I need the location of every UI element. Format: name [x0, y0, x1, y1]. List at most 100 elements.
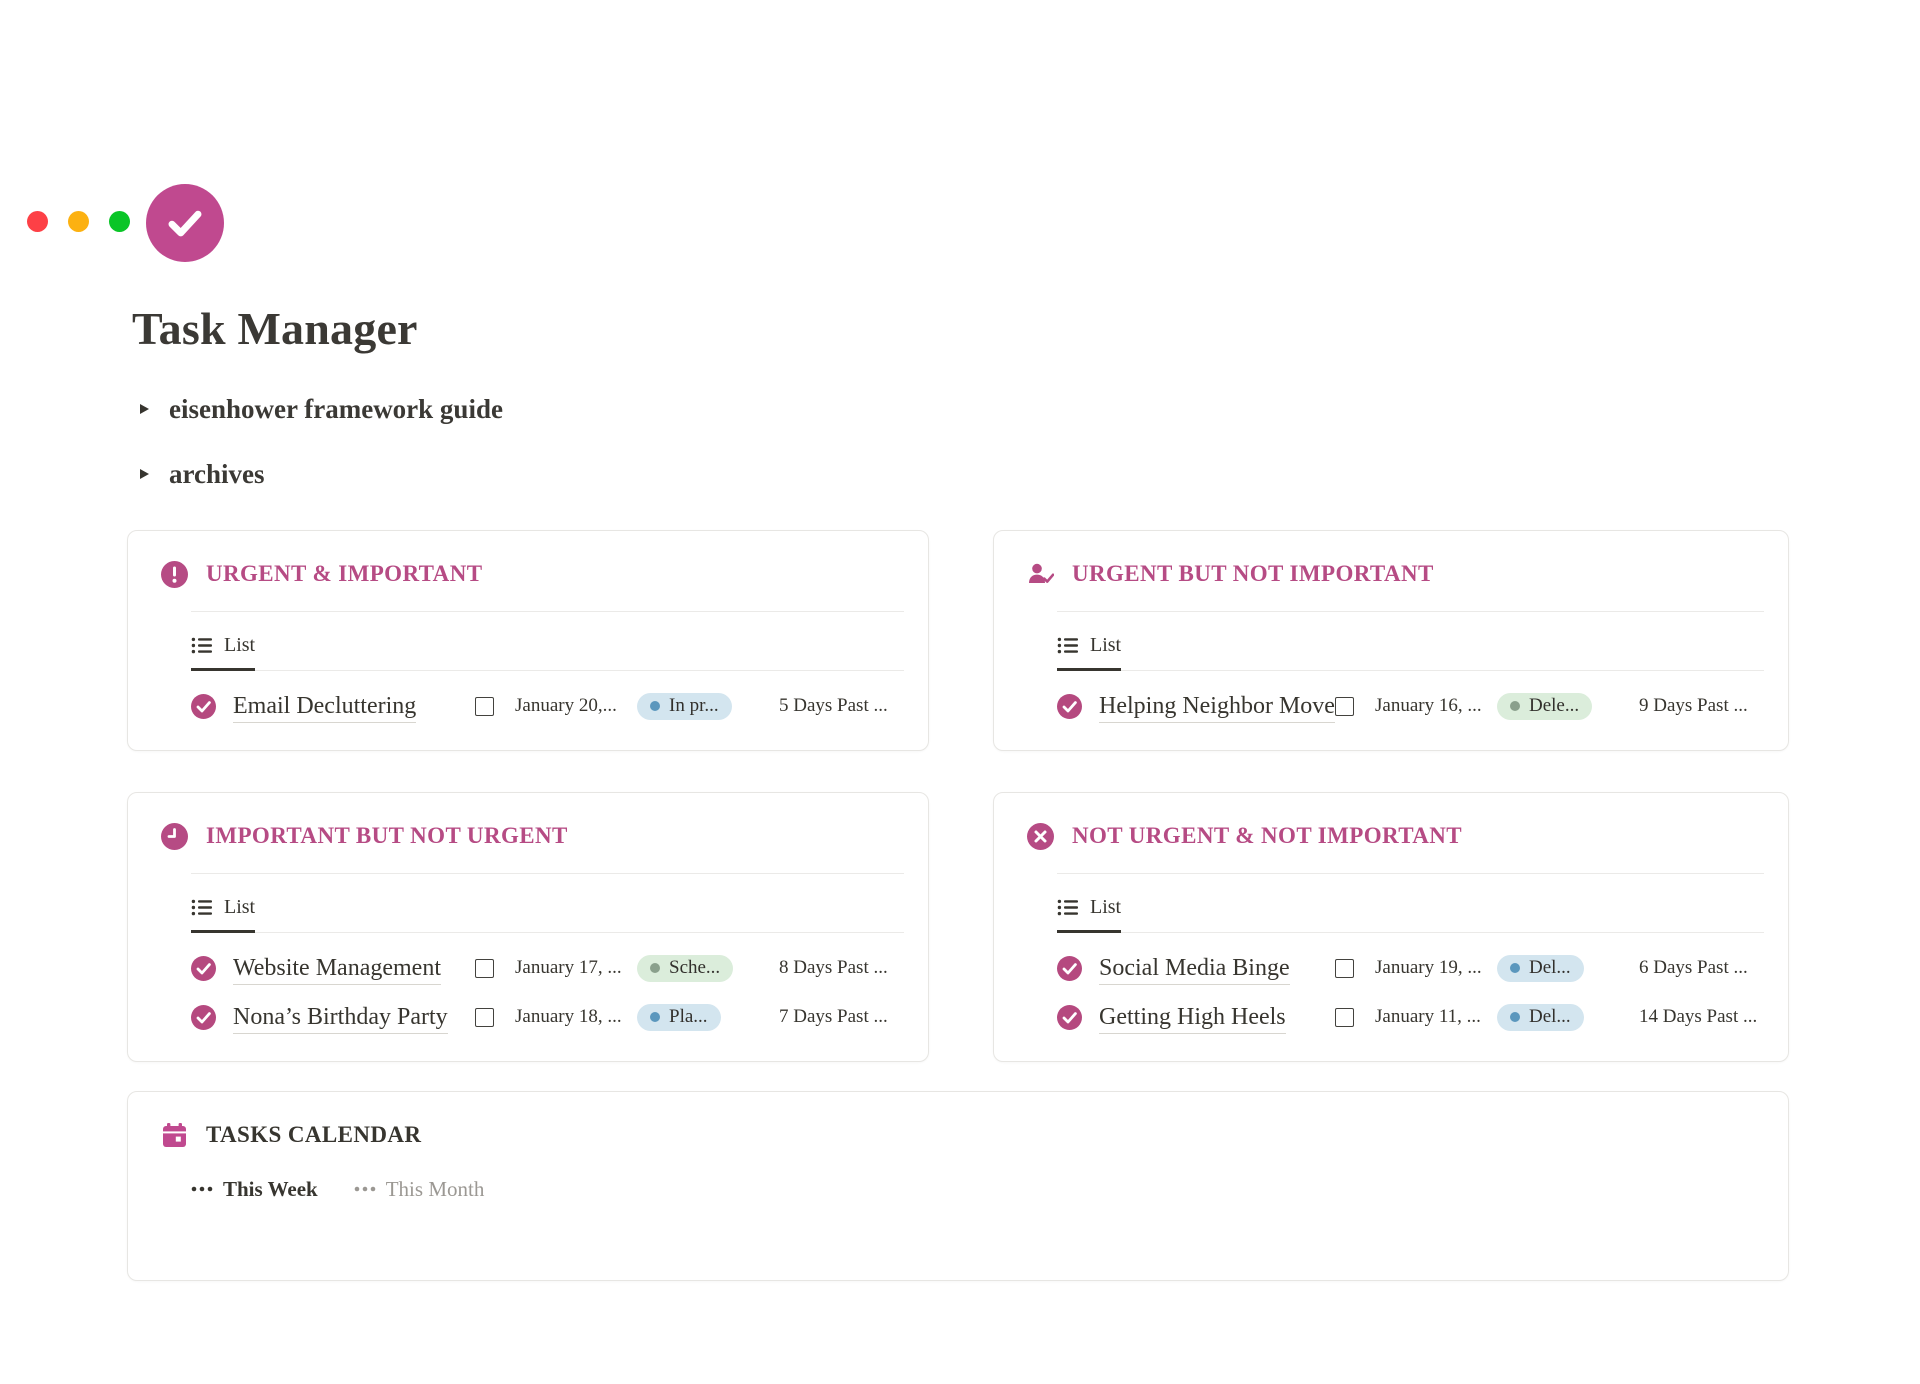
- done-checkbox[interactable]: [1335, 959, 1354, 978]
- list-icon: [1057, 636, 1079, 655]
- quadrant-card-important-but-not-urgent: IMPORTANT BUT NOT URGENT List Website Ma…: [127, 792, 929, 1062]
- toggle-label: eisenhower framework guide: [169, 394, 503, 425]
- days-past-due: 6 Days Past ...: [1639, 957, 1764, 979]
- quadrant-title: URGENT & IMPORTANT: [206, 561, 482, 587]
- task-row: Nona’s Birthday Party January 18, ... Pl…: [191, 1004, 904, 1031]
- view-tabs: List: [191, 874, 904, 933]
- task-due-date[interactable]: January 18, ...: [515, 1006, 637, 1028]
- status-dot-icon: [1510, 963, 1520, 973]
- task-row: Social Media Binge January 19, ... Del..…: [1057, 955, 1764, 982]
- completed-check-circle-icon[interactable]: [1057, 956, 1082, 981]
- days-past-due: 5 Days Past ...: [779, 695, 904, 717]
- task-title-link[interactable]: Helping Neighbor Move: [1099, 693, 1335, 723]
- view-tab-label: This Month: [386, 1177, 485, 1202]
- close-button[interactable]: [27, 211, 48, 232]
- zoom-button[interactable]: [109, 211, 130, 232]
- view-tabs: List: [1057, 612, 1764, 671]
- task-row: Email Decluttering January 20,... In pr.…: [191, 693, 904, 720]
- status-pill[interactable]: In pr...: [637, 693, 732, 720]
- task-due-date[interactable]: January 17, ...: [515, 957, 637, 979]
- task-title-link[interactable]: Getting High Heels: [1099, 1004, 1286, 1034]
- view-tab-label: List: [224, 896, 255, 919]
- done-checkbox[interactable]: [475, 697, 494, 716]
- window-controls: [27, 211, 130, 232]
- view-tab-label: List: [1090, 634, 1121, 657]
- clock-circle-icon: [161, 823, 188, 850]
- status-pill[interactable]: Pla...: [637, 1004, 721, 1031]
- status-pill[interactable]: Del...: [1497, 955, 1584, 982]
- quadrant-card-urgent-important: URGENT & IMPORTANT List Email Declutteri…: [127, 530, 929, 751]
- list-view-tab[interactable]: List: [191, 634, 255, 671]
- quadrant-title: NOT URGENT & NOT IMPORTANT: [1072, 823, 1462, 849]
- calendar-icon: [161, 1122, 188, 1149]
- completed-check-circle-icon[interactable]: [191, 1005, 216, 1030]
- list-view-tab[interactable]: List: [1057, 634, 1121, 671]
- list-view-tab[interactable]: List: [191, 896, 255, 933]
- done-checkbox[interactable]: [1335, 697, 1354, 716]
- quadrant-title: URGENT BUT NOT IMPORTANT: [1072, 561, 1434, 587]
- task-title-link[interactable]: Nona’s Birthday Party: [233, 1004, 448, 1034]
- completed-check-circle-icon[interactable]: [191, 956, 216, 981]
- days-past-due: 8 Days Past ...: [779, 957, 904, 979]
- list-icon: [191, 636, 213, 655]
- task-title-link[interactable]: Website Management: [233, 955, 441, 985]
- task-due-date[interactable]: January 11, ...: [1375, 1006, 1497, 1028]
- days-past-due: 9 Days Past ...: [1639, 695, 1764, 717]
- status-pill[interactable]: Sche...: [637, 955, 733, 982]
- person-check-icon: [1027, 561, 1054, 588]
- status-dot-icon: [650, 1012, 660, 1022]
- status-pill[interactable]: Dele...: [1497, 693, 1592, 720]
- days-past-due: 7 Days Past ...: [779, 1006, 904, 1028]
- tasks-calendar-card: TASKS CALENDAR This Week This Month: [127, 1091, 1789, 1281]
- status-dot-icon: [650, 963, 660, 973]
- task-manager-page: Task Manager eisenhower framework guide …: [127, 184, 1789, 1281]
- view-tab-label: This Week: [223, 1177, 318, 1202]
- done-checkbox[interactable]: [1335, 1008, 1354, 1027]
- quadrant-title: IMPORTANT BUT NOT URGENT: [206, 823, 568, 849]
- quadrant-card-not-urgent-not-important: NOT URGENT & NOT IMPORTANT List Social M…: [993, 792, 1789, 1062]
- page-check-circle-icon[interactable]: [146, 184, 224, 262]
- task-row: Website Management January 17, ... Sche.…: [191, 955, 904, 982]
- x-circle-icon: [1027, 823, 1054, 850]
- chevron-right-icon[interactable]: [139, 467, 150, 481]
- completed-check-circle-icon[interactable]: [1057, 1005, 1082, 1030]
- done-checkbox[interactable]: [475, 959, 494, 978]
- calendar-card-title: TASKS CALENDAR: [206, 1122, 421, 1148]
- toggle-archives[interactable]: archives: [139, 459, 1789, 490]
- task-title-link[interactable]: Social Media Binge: [1099, 955, 1290, 985]
- toggle-eisenhower-framework-guide[interactable]: eisenhower framework guide: [139, 394, 1789, 425]
- list-view-tab[interactable]: List: [1057, 896, 1121, 933]
- task-row: Helping Neighbor Move January 16, ... De…: [1057, 693, 1764, 720]
- task-due-date[interactable]: January 16, ...: [1375, 695, 1497, 717]
- page-title: Task Manager: [132, 303, 1789, 356]
- checkmark-icon: [162, 200, 208, 246]
- task-title-link[interactable]: Email Decluttering: [233, 693, 416, 723]
- done-checkbox[interactable]: [475, 1008, 494, 1027]
- table-view-icon: [191, 1186, 213, 1192]
- quadrant-card-urgent-but-not-important: URGENT BUT NOT IMPORTANT List Helping Ne…: [993, 530, 1789, 751]
- view-tabs: List: [1057, 874, 1764, 933]
- task-due-date[interactable]: January 20,...: [515, 695, 637, 717]
- chevron-right-icon[interactable]: [139, 402, 150, 416]
- status-dot-icon: [1510, 1012, 1520, 1022]
- view-tabs: List: [191, 612, 904, 671]
- exclamation-circle-icon: [161, 561, 188, 588]
- completed-check-circle-icon[interactable]: [1057, 694, 1082, 719]
- calendar-view-tabs: This Week This Month: [191, 1177, 1764, 1202]
- status-dot-icon: [650, 701, 660, 711]
- list-icon: [191, 898, 213, 917]
- task-due-date[interactable]: January 19, ...: [1375, 957, 1497, 979]
- task-row: Getting High Heels January 11, ... Del..…: [1057, 1004, 1764, 1031]
- quadrant-grid: URGENT & IMPORTANT List Email Declutteri…: [127, 530, 1789, 1062]
- view-tab-this-week[interactable]: This Week: [191, 1177, 318, 1202]
- status-dot-icon: [1510, 701, 1520, 711]
- status-pill[interactable]: Del...: [1497, 1004, 1584, 1031]
- list-icon: [1057, 898, 1079, 917]
- view-tab-label: List: [1090, 896, 1121, 919]
- view-tab-this-month[interactable]: This Month: [354, 1177, 485, 1202]
- minimize-button[interactable]: [68, 211, 89, 232]
- toggle-label: archives: [169, 459, 265, 490]
- completed-check-circle-icon[interactable]: [191, 694, 216, 719]
- days-past-due: 14 Days Past ...: [1639, 1006, 1764, 1028]
- table-view-icon: [354, 1186, 376, 1192]
